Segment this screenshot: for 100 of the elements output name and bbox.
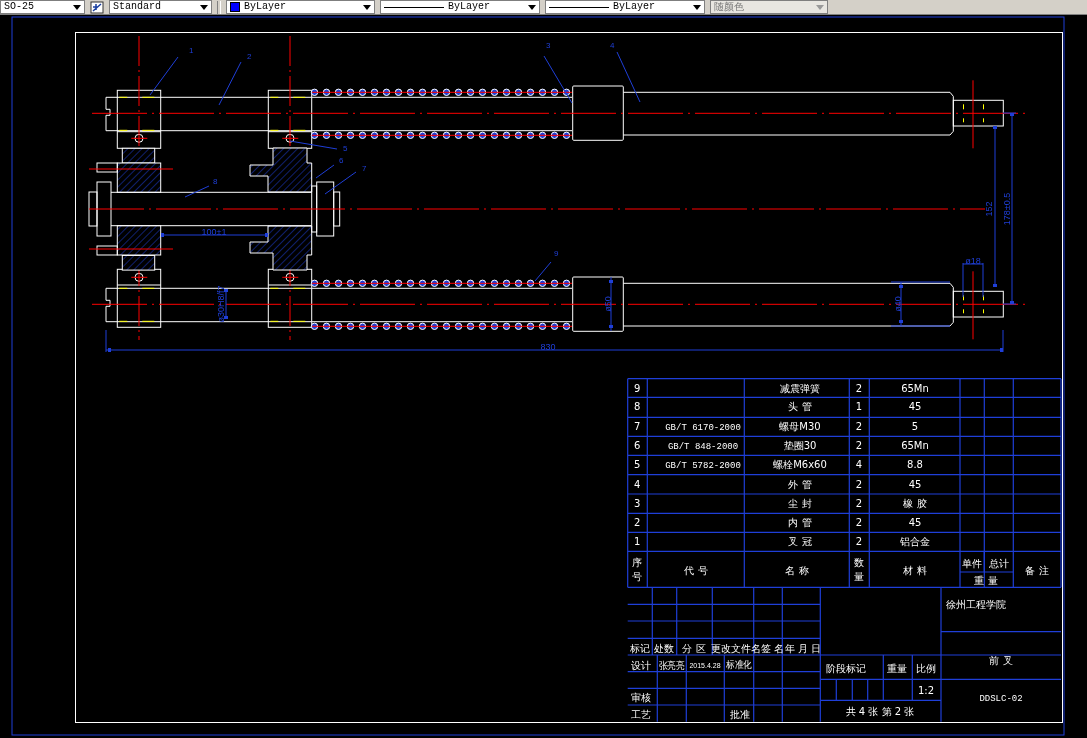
dimension-text: ø30H8/f7 [216,285,226,323]
part-material: 铝合金 [900,536,930,548]
part-name: 头 管 [788,401,812,413]
title-block-label: 审核 [631,692,651,703]
column-header: 重 量 [974,575,998,586]
column-header: 代 号 [684,565,708,576]
title-block-label: 重量 [887,663,907,674]
part-material: 45 [908,478,922,490]
title-block-label: 阶段标记 [826,663,866,674]
column-header: 总计 [989,558,1009,569]
linetype-sample-icon [384,6,444,8]
part-material: 45 [908,517,922,529]
part-balloon-number: 7 [362,164,367,173]
part-balloon-number: 2 [247,52,252,61]
part-index: 2 [634,517,641,529]
dropdown[interactable]: ByLayer [226,0,375,14]
column-header: 单件 [962,558,982,569]
part-quantity: 4 [855,459,863,471]
dimension-text: ø18 [965,256,981,266]
part-index: 5 [634,459,641,471]
dimension-text: 178±0.5 [1002,192,1012,226]
part-index: 7 [634,421,641,433]
part-quantity: 2 [855,382,863,394]
part-material: 65Mn [901,440,929,452]
title-block-label: 分 区 [682,643,706,654]
drawing-number: DDSLC-02 [979,694,1023,704]
part-name: 螺母M30 [779,421,821,433]
title-block-label: 标记 [630,643,650,654]
title-block-label: 工艺 [631,709,651,720]
part-name: 减震弹簧 [780,382,820,394]
dropdown-value: SO-25 [4,1,35,13]
column-header: 备 注 [1025,565,1049,576]
drawing-scale: 1:2 [917,685,935,696]
part-name: 叉 冠 [788,536,812,548]
dropdown-arrow-icon [200,4,208,10]
dropdown-arrow-icon [816,4,824,10]
dropdown-value: ByLayer [244,1,287,13]
part-name: 内 管 [788,517,812,529]
part-index: 9 [634,382,641,394]
title-block-label: 比例 [916,663,936,674]
part-index: 1 [634,536,641,548]
dropdown[interactable]: SO-25 [0,0,85,14]
title-block-label: 标准化 [726,659,756,670]
part-material: 65Mn [901,382,929,394]
drawing-title: 前 叉 [989,655,1013,666]
part-balloon-number: 5 [343,144,348,153]
part-index: 6 [634,440,641,452]
part-quantity: 2 [855,478,863,490]
dropdown-value: 随颜色 [714,1,745,13]
part-code: GB/T 5782-2000 [665,461,741,472]
title-block-label: 年 月 日 [784,643,822,654]
designer-name: 张亮亮 [658,660,689,671]
dimension-text: 100±1 [201,227,227,237]
part-material: 5 [911,421,919,433]
dropdown-value: ByLayer [448,1,491,13]
part-code: GB/T 848-2000 [667,442,739,453]
part-name: 尘 封 [788,498,812,509]
dimension-text: ø40 [893,296,903,312]
dropdown-arrow-icon [528,4,536,10]
part-balloon-number: 9 [554,249,559,258]
dropdown[interactable]: ByLayer [380,0,540,14]
part-index: 3 [634,498,641,509]
part-balloon-number: 6 [339,156,344,165]
part-material: 橡 胶 [903,498,927,509]
part-name: 螺栓M6x60 [773,459,827,471]
part-name: 垫圈30 [783,440,817,452]
column-header: 材 料 [903,565,927,576]
part-quantity: 2 [855,421,863,433]
part-name: 外 管 [788,478,812,490]
part-index: 4 [634,478,641,490]
dropdown-value: ByLayer [613,1,656,13]
part-balloon-number: 3 [546,41,551,50]
dropdown[interactable]: Standard [109,0,212,14]
dimension-text: 830 [540,342,556,352]
linetype-sample-icon [549,6,609,8]
part-balloon-number: 4 [610,41,615,50]
column-header: 数量 [854,557,864,582]
part-balloon-number: 8 [213,177,218,186]
title-block-label: 设计 [631,660,651,671]
dropdown-value: Standard [113,1,162,13]
dimension-style-icon[interactable] [90,0,104,14]
part-quantity: 2 [855,536,863,548]
part-balloon-number: 1 [189,46,194,55]
dropdown[interactable]: ByLayer [545,0,705,14]
part-quantity: 2 [855,440,863,452]
part-quantity: 2 [855,517,863,529]
part-quantity: 1 [855,401,863,413]
column-header: 序号 [632,557,642,582]
title-block-label: 处数 [654,643,674,654]
sheet-count: 共 4 张 第 2 张 [845,706,915,717]
dropdown-arrow-icon [363,4,371,10]
title-block-label: 批准 [730,709,750,720]
dropdown-arrow-icon [73,4,81,10]
part-quantity: 2 [855,498,863,509]
color-swatch-icon [230,2,240,12]
part-material: 8.8 [907,459,923,471]
dimension-text: ø50 [603,296,613,312]
dimension-text: 152 [984,201,994,217]
school-name: 徐州工程学院 [946,599,1006,610]
part-code: GB/T 6170-2000 [665,423,741,434]
